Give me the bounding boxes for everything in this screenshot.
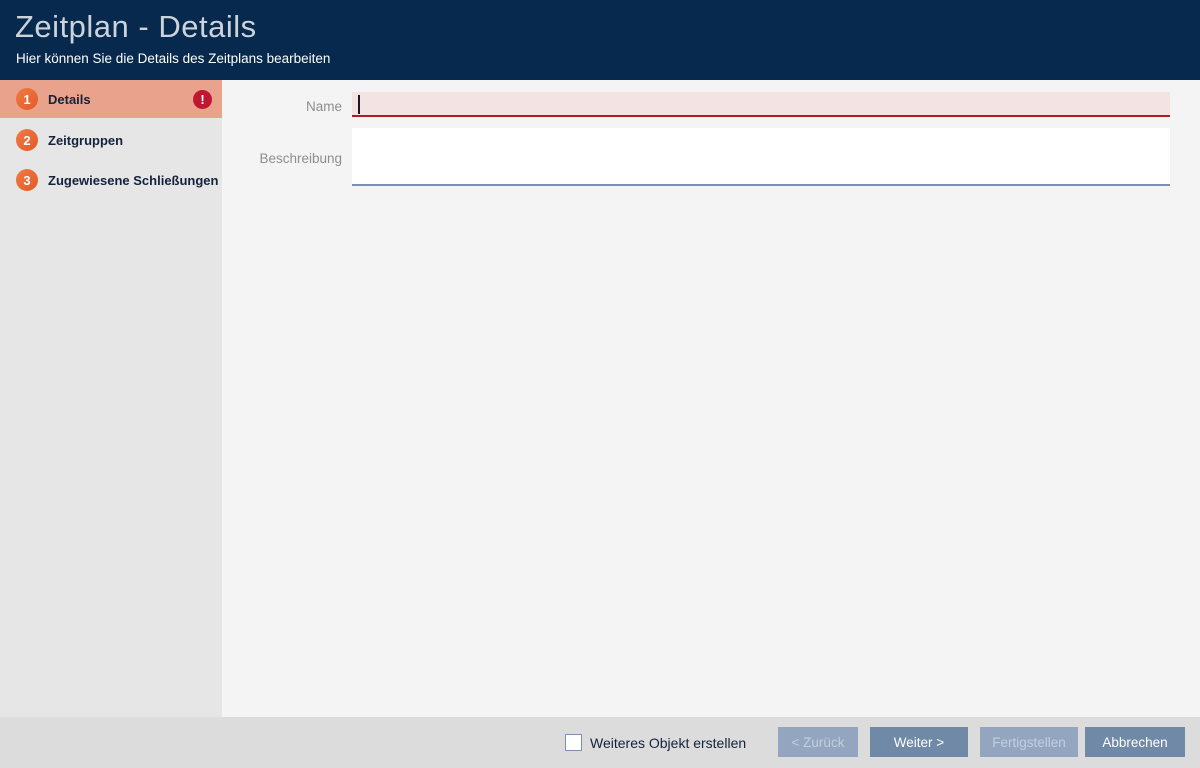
sidebar-step-zugewiesene-schliessungen[interactable]: 3 Zugewiesene Schließungen <box>0 160 222 200</box>
next-button[interactable]: Weiter > <box>870 727 968 757</box>
step-3-label: Zugewiesene Schließungen <box>48 173 218 188</box>
step-1-number-badge: 1 <box>16 88 38 110</box>
validation-error-icon: ! <box>193 90 212 109</box>
name-input[interactable] <box>352 92 1170 117</box>
wizard-dialog: Zeitplan - Details Hier können Sie die D… <box>0 0 1200 768</box>
description-field-label: Beschreibung <box>222 146 342 172</box>
sidebar-step-zeitgruppen[interactable]: 2 Zeitgruppen <box>0 120 222 160</box>
sidebar-step-details[interactable]: 1 Details ! <box>0 80 222 118</box>
dialog-footer: Weiteres Objekt erstellen < Zurück Weite… <box>0 717 1200 768</box>
wizard-step-sidebar: 1 Details ! 2 Zeitgruppen 3 Zugewiesene … <box>0 80 222 717</box>
cancel-button[interactable]: Abbrechen <box>1085 727 1185 757</box>
page-subtitle: Hier können Sie die Details des Zeitplan… <box>16 51 330 66</box>
create-another-object-label[interactable]: Weiteres Objekt erstellen <box>590 717 746 768</box>
step-2-number-badge: 2 <box>16 129 38 151</box>
details-form: Name Beschreibung <box>222 80 1200 717</box>
back-button[interactable]: < Zurück <box>778 727 858 757</box>
finish-button[interactable]: Fertigstellen <box>980 727 1078 757</box>
description-input[interactable] <box>352 128 1170 186</box>
create-another-object-checkbox[interactable] <box>565 734 582 751</box>
text-cursor-caret <box>358 95 360 114</box>
dialog-header: Zeitplan - Details Hier können Sie die D… <box>0 0 1200 80</box>
name-field-label: Name <box>222 94 342 120</box>
step-2-label: Zeitgruppen <box>48 133 123 148</box>
page-title: Zeitplan - Details <box>15 9 257 45</box>
step-3-number-badge: 3 <box>16 169 38 191</box>
step-1-label: Details <box>48 92 91 107</box>
